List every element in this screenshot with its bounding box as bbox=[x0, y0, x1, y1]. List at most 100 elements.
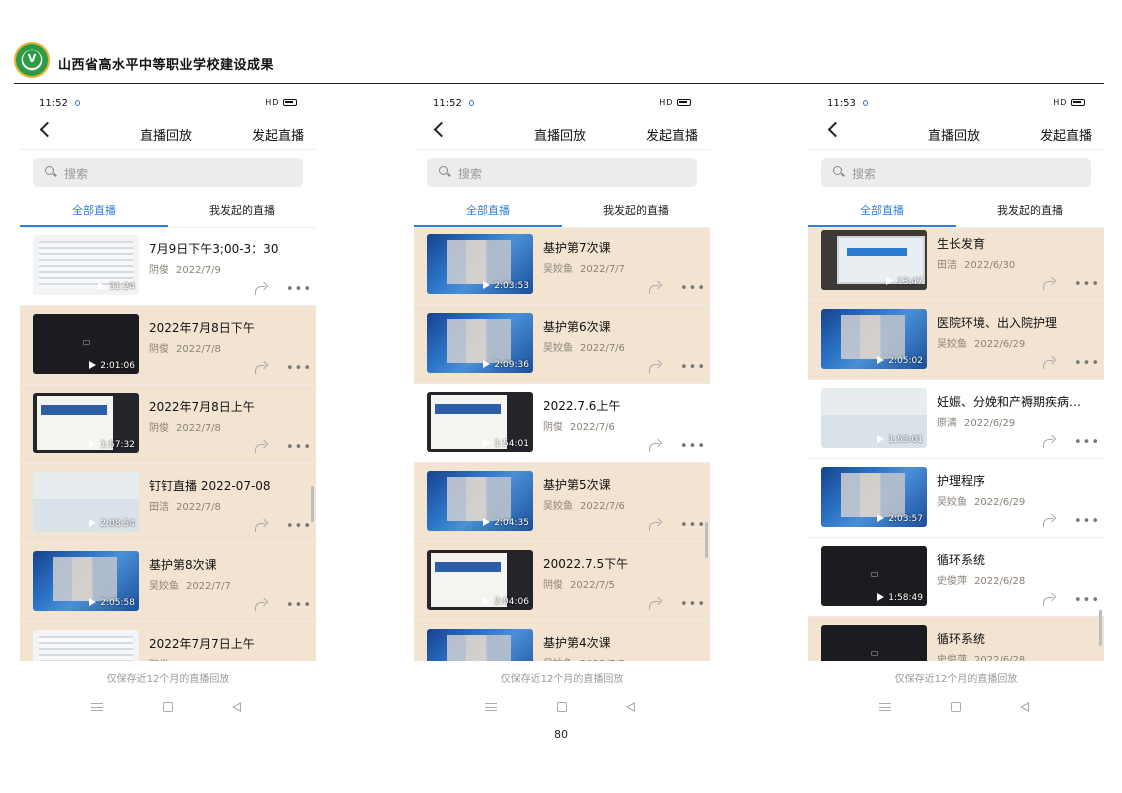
video-thumbnail[interactable]: 1:54:01 bbox=[427, 392, 533, 452]
video-thumbnail[interactable] bbox=[821, 625, 927, 661]
list-item[interactable]: 2:04:06 20022.7.5下午 阴俊 2022/7/5 ••• bbox=[414, 542, 710, 621]
tab-my-live[interactable]: 我发起的直播 bbox=[562, 202, 710, 218]
share-icon[interactable] bbox=[648, 598, 662, 610]
scrollbar[interactable] bbox=[1099, 610, 1102, 646]
more-icon[interactable]: ••• bbox=[286, 519, 312, 534]
video-thumbnail[interactable]: 2:03:57 bbox=[821, 467, 927, 527]
video-thumbnail[interactable]: 1:57:32 bbox=[33, 393, 139, 453]
system-back-icon[interactable] bbox=[626, 702, 635, 712]
more-icon[interactable]: ••• bbox=[680, 281, 706, 296]
share-icon[interactable] bbox=[1042, 278, 1056, 290]
tab-all-live[interactable]: 全部直播 bbox=[414, 202, 562, 218]
replay-title: 基护第5次课 bbox=[543, 478, 611, 492]
more-icon[interactable]: ••• bbox=[286, 361, 312, 376]
more-icon[interactable]: ••• bbox=[286, 598, 312, 613]
share-icon[interactable] bbox=[254, 362, 268, 374]
list-item[interactable]: 2:03:57 护理程序 吴姣鱼 2022/6/29 ••• bbox=[808, 459, 1104, 538]
list-item[interactable]: 2:08:54 钉钉直播 2022-07-08 田洁 2022/7/8 ••• bbox=[20, 464, 316, 543]
more-icon[interactable]: ••• bbox=[1074, 514, 1100, 529]
replay-date: 2022/7/5 bbox=[580, 659, 625, 661]
list-item[interactable]: 2:03:53 基护第7次课 吴姣鱼 2022/7/7 ••• bbox=[414, 228, 710, 305]
video-thumbnail[interactable]: 1:58:49 bbox=[821, 546, 927, 606]
share-icon[interactable] bbox=[648, 440, 662, 452]
back-icon[interactable] bbox=[39, 121, 56, 138]
share-icon[interactable] bbox=[1042, 594, 1056, 606]
replay-title: 护理程序 bbox=[937, 474, 986, 488]
video-thumbnail[interactable]: 2:04:06 bbox=[427, 550, 533, 610]
tab-my-live[interactable]: 我发起的直播 bbox=[168, 202, 316, 218]
share-icon[interactable] bbox=[254, 520, 268, 532]
share-icon[interactable] bbox=[648, 361, 662, 373]
list-item[interactable]: 基护第4次课吴姣鱼2022/7/5••• bbox=[414, 621, 710, 661]
video-thumbnail[interactable] bbox=[427, 629, 533, 661]
home-icon[interactable] bbox=[163, 702, 173, 712]
tab-all-live[interactable]: 全部直播 bbox=[20, 202, 168, 218]
share-icon[interactable] bbox=[1042, 357, 1056, 369]
list-item[interactable]: 2022年7月7日上午阴俊2022/7/7••• bbox=[20, 622, 316, 661]
menu-icon[interactable] bbox=[879, 703, 891, 711]
more-icon[interactable]: ••• bbox=[1074, 356, 1100, 371]
more-icon[interactable]: ••• bbox=[1074, 277, 1100, 292]
more-icon[interactable]: ••• bbox=[1074, 435, 1100, 450]
video-thumbnail[interactable]: 2:08:54 bbox=[33, 472, 139, 532]
search-input[interactable]: 搜索 bbox=[427, 158, 697, 187]
more-icon[interactable]: ••• bbox=[680, 360, 706, 375]
home-icon[interactable] bbox=[557, 702, 567, 712]
share-icon[interactable] bbox=[648, 282, 662, 294]
video-thumbnail[interactable]: 2:04:35 bbox=[427, 471, 533, 531]
list-item[interactable]: 2:04:35 基护第5次课 吴姣鱼 2022/7/6 ••• bbox=[414, 463, 710, 542]
list-item[interactable]: 2:05:58 基护第8次课 吴姣鱼 2022/7/7 ••• bbox=[20, 543, 316, 622]
more-icon[interactable]: ••• bbox=[680, 439, 706, 454]
battery-icon bbox=[677, 99, 691, 106]
video-thumbnail[interactable]: 2:01:06 bbox=[33, 314, 139, 374]
list-item[interactable]: 1:57:32 2022年7月8日上午 阴俊 2022/7/8 ••• bbox=[20, 385, 316, 464]
video-thumbnail[interactable]: 13:47 bbox=[821, 230, 927, 290]
list-item[interactable]: 1:54:01 2022.7.6上午 阴俊 2022/7/6 ••• bbox=[414, 384, 710, 463]
tab-my-live[interactable]: 我发起的直播 bbox=[956, 202, 1104, 218]
video-thumbnail[interactable]: 31:24 bbox=[33, 235, 139, 295]
menu-icon[interactable] bbox=[91, 703, 103, 711]
more-icon[interactable]: ••• bbox=[680, 597, 706, 612]
start-live-button[interactable]: 发起直播 bbox=[1040, 125, 1092, 144]
video-thumbnail[interactable] bbox=[33, 630, 139, 661]
video-thumbnail[interactable]: 2:03:53 bbox=[427, 234, 533, 294]
tab-all-live[interactable]: 全部直播 bbox=[808, 202, 956, 218]
more-icon[interactable]: ••• bbox=[286, 440, 312, 455]
home-icon[interactable] bbox=[951, 702, 961, 712]
menu-icon[interactable] bbox=[485, 703, 497, 711]
more-icon[interactable]: ••• bbox=[286, 282, 312, 297]
video-thumbnail[interactable]: 2:05:02 bbox=[821, 309, 927, 369]
system-back-icon[interactable] bbox=[232, 702, 241, 712]
share-icon[interactable] bbox=[254, 441, 268, 453]
system-back-icon[interactable] bbox=[1020, 702, 1029, 712]
share-icon[interactable] bbox=[1042, 436, 1056, 448]
share-icon[interactable] bbox=[254, 283, 268, 295]
search-input[interactable]: 搜索 bbox=[821, 158, 1091, 187]
start-live-button[interactable]: 发起直播 bbox=[646, 125, 698, 144]
replay-meta: 阴俊 2022/7/7 bbox=[149, 656, 221, 661]
more-icon[interactable]: ••• bbox=[680, 518, 706, 533]
list-item[interactable]: 2:09:36 基护第6次课 吴姣鱼 2022/7/6 ••• bbox=[414, 305, 710, 384]
share-icon[interactable] bbox=[254, 599, 268, 611]
search-input[interactable]: 搜索 bbox=[33, 158, 303, 187]
back-icon[interactable] bbox=[827, 121, 844, 138]
more-icon[interactable]: ••• bbox=[1074, 593, 1100, 608]
list-item[interactable]: 循环系统史俊萍2022/6/28••• bbox=[808, 617, 1104, 661]
scrollbar[interactable] bbox=[705, 522, 708, 558]
video-duration: 2:09:36 bbox=[483, 360, 529, 370]
start-live-button[interactable]: 发起直播 bbox=[252, 125, 304, 144]
scrollbar[interactable] bbox=[311, 486, 314, 522]
back-icon[interactable] bbox=[433, 121, 450, 138]
share-icon[interactable] bbox=[648, 519, 662, 531]
replay-meta: 吴姣鱼 2022/7/7 bbox=[543, 260, 625, 275]
video-thumbnail[interactable]: 2:05:58 bbox=[33, 551, 139, 611]
list-item[interactable]: 2:05:02 医院环境、出入院护理 吴姣鱼 2022/6/29 ••• bbox=[808, 301, 1104, 380]
share-icon[interactable] bbox=[1042, 515, 1056, 527]
list-item[interactable]: 31:24 7月9日下午3;00-3：30 阴俊 2022/7/9 ••• bbox=[20, 228, 316, 306]
list-item[interactable]: 1:58:49 循环系统 史俊萍 2022/6/28 ••• bbox=[808, 538, 1104, 617]
video-thumbnail[interactable]: 1:53:01 bbox=[821, 388, 927, 448]
list-item[interactable]: 2:01:06 2022年7月8日下午 阴俊 2022/7/8 ••• bbox=[20, 306, 316, 385]
list-item[interactable]: 13:47 生长发育 田洁 2022/6/30 ••• bbox=[808, 228, 1104, 301]
list-item[interactable]: 1:53:01 妊娠、分娩和产褥期疾病… 原清 2022/6/29 ••• bbox=[808, 380, 1104, 459]
video-thumbnail[interactable]: 2:09:36 bbox=[427, 313, 533, 373]
